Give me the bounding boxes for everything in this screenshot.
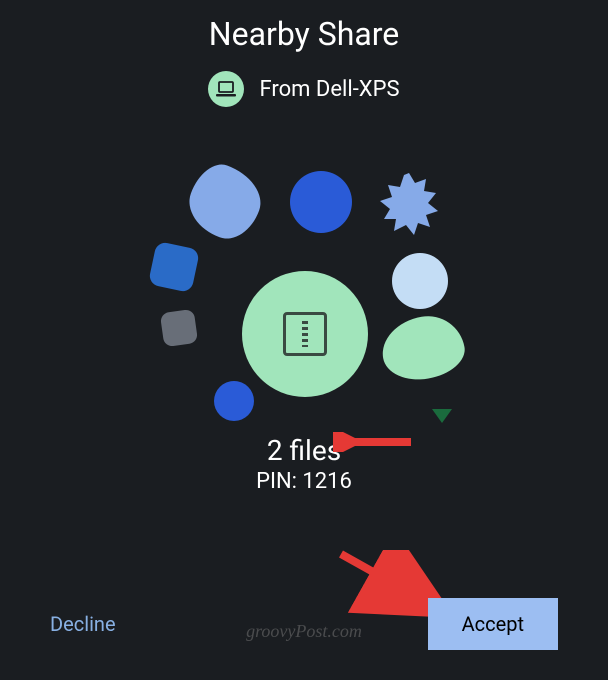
sender-row: From Dell-XPS xyxy=(208,71,399,107)
accept-button[interactable]: Accept xyxy=(428,598,558,650)
annotation-arrow xyxy=(333,432,413,452)
files-count: 2 files xyxy=(267,434,341,467)
decorative-blob xyxy=(148,241,200,293)
sender-label: From Dell-XPS xyxy=(259,77,399,102)
action-row: Decline Accept xyxy=(0,598,608,650)
laptop-icon xyxy=(216,81,236,97)
decorative-blob xyxy=(377,310,469,385)
decorative-blob xyxy=(180,157,270,247)
decorative-blob xyxy=(160,309,198,347)
device-badge xyxy=(208,71,244,107)
file-preview-circle xyxy=(242,271,368,397)
page-title: Nearby Share xyxy=(209,15,399,53)
decorative-blob xyxy=(214,381,254,421)
decorative-blob xyxy=(392,253,448,309)
decline-button[interactable]: Decline xyxy=(50,612,116,636)
share-visual xyxy=(114,187,494,427)
decorative-blob xyxy=(290,171,352,233)
decorative-starburst xyxy=(378,173,440,235)
zip-archive-icon xyxy=(283,312,327,356)
pin-code: PIN: 1216 xyxy=(256,469,352,494)
decorative-triangle xyxy=(432,409,452,423)
